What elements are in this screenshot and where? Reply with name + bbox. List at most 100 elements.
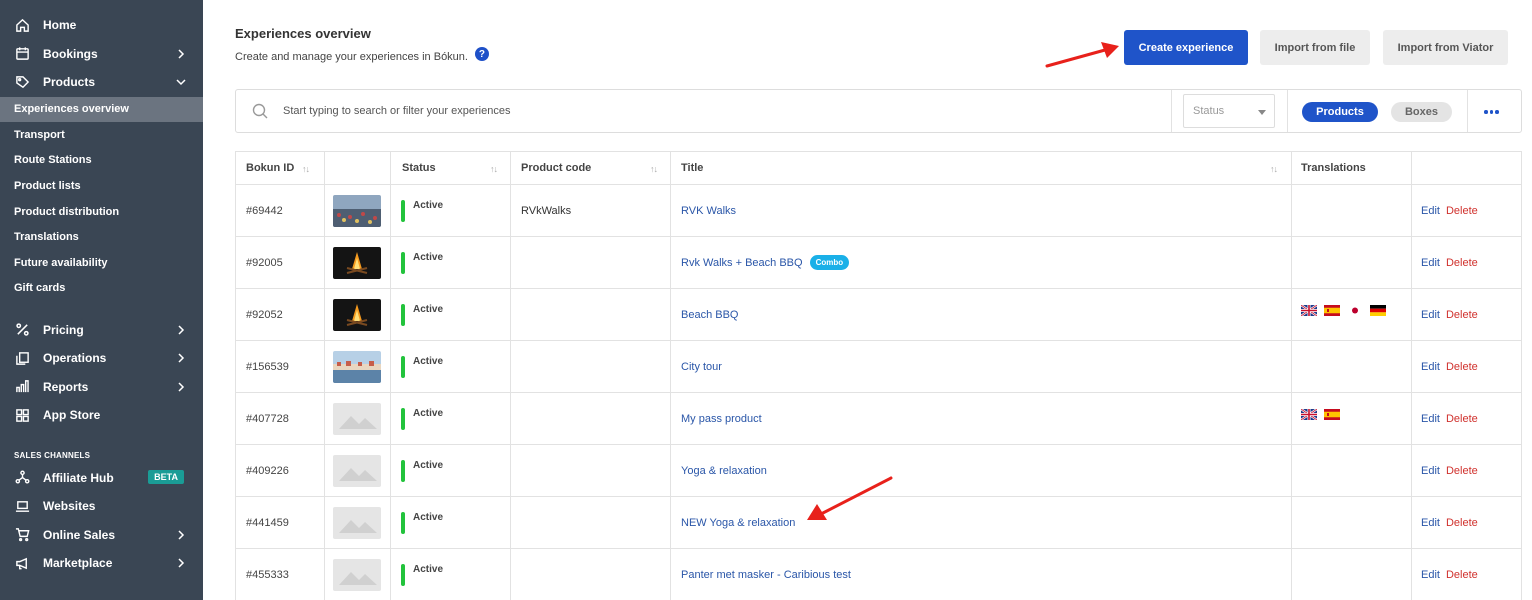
chevron-right-icon — [178, 324, 185, 335]
nav-marketplace[interactable]: Marketplace — [0, 549, 203, 578]
experience-title-link[interactable]: NEW Yoga & relaxation — [681, 517, 795, 529]
row-status-text: Active — [413, 200, 444, 211]
status-indicator — [401, 355, 405, 378]
delete-link[interactable]: Delete — [1446, 257, 1478, 269]
sort-icon[interactable]: ↑↓ — [490, 164, 498, 174]
status-filter-select[interactable]: Status — [1183, 94, 1275, 128]
nav-websites[interactable]: Websites — [0, 492, 203, 521]
sort-icon[interactable]: ↑↓ — [1270, 164, 1278, 174]
sidebar-item-product-lists[interactable]: Product lists — [0, 173, 203, 199]
nav-products[interactable]: Products — [0, 68, 203, 97]
sub-label: Product distribution — [14, 205, 120, 218]
column-header-product-code[interactable]: Product code — [521, 152, 591, 184]
annotation-arrow-icon — [1045, 42, 1119, 68]
nav-reports-label: Reports — [43, 379, 89, 394]
home-icon — [14, 17, 30, 33]
delete-link[interactable]: Delete — [1446, 465, 1478, 477]
status-indicator — [401, 407, 405, 430]
flag-de-icon — [1370, 305, 1386, 316]
edit-link[interactable]: Edit — [1421, 517, 1440, 529]
nav-pricing-label: Pricing — [43, 322, 84, 337]
column-header-title[interactable]: Title — [681, 152, 703, 184]
row-thumbnail — [333, 341, 381, 392]
laptop-icon — [14, 498, 30, 514]
toggle-products[interactable]: Products — [1302, 102, 1378, 122]
row-actions: Edit Delete — [1421, 237, 1478, 288]
sort-icon[interactable]: ↑↓ — [650, 164, 658, 174]
experience-title-link[interactable]: Yoga & relaxation — [681, 465, 767, 477]
row-status: Active — [401, 445, 443, 496]
delete-link[interactable]: Delete — [1446, 309, 1478, 321]
delete-link[interactable]: Delete — [1446, 569, 1478, 581]
table-row: #156539 Active City tour Edit Delete — [236, 341, 1521, 393]
row-thumbnail — [333, 497, 381, 548]
sidebar-item-future-availability[interactable]: Future availability — [0, 250, 203, 276]
nav-home-label: Home — [43, 18, 77, 33]
sidebar-item-experiences-overview[interactable]: Experiences overview — [0, 96, 203, 123]
main-content: Experiences overview Create and manage y… — [203, 0, 1532, 600]
table-row: #409226 Active Yoga & relaxation Edit Delete — [236, 445, 1521, 497]
chevron-right-icon — [178, 558, 185, 568]
more-options-icon[interactable] — [1484, 110, 1499, 114]
experience-title-link[interactable]: My pass product — [681, 413, 762, 425]
edit-link[interactable]: Edit — [1421, 205, 1440, 217]
column-header-status[interactable]: Status — [402, 152, 436, 184]
table-row: #455333 Active Panter met masker - Caribio… — [236, 549, 1521, 600]
experience-title-link[interactable]: Beach BBQ — [681, 309, 738, 321]
row-id: #455333 — [246, 568, 289, 581]
nav-pricing[interactable]: Pricing — [0, 315, 203, 344]
chevron-right-icon — [178, 353, 185, 363]
edit-link[interactable]: Edit — [1421, 413, 1440, 425]
nav-affiliate-hub[interactable]: Affiliate Hub BETA — [0, 463, 203, 492]
sidebar-item-gift-cards[interactable]: Gift cards — [0, 276, 203, 302]
delete-link[interactable]: Delete — [1446, 517, 1478, 529]
delete-link[interactable]: Delete — [1446, 205, 1478, 217]
row-thumbnail — [333, 289, 381, 340]
nav-bookings[interactable]: Bookings — [0, 40, 203, 69]
nav-app-store[interactable]: App Store — [0, 401, 203, 430]
nav-online-sales-label: Online Sales — [43, 527, 116, 542]
nav-websites-label: Websites — [43, 499, 96, 513]
table-header-row: Bokun ID ↑↓ Status ↑↓ Product code ↑↓ Ti… — [236, 152, 1521, 185]
nav-home[interactable]: Home — [0, 11, 203, 40]
sidebar-item-route-stations[interactable]: Route Stations — [0, 148, 203, 174]
nav-online-sales[interactable]: Online Sales — [0, 520, 203, 549]
experience-title-link[interactable]: City tour — [681, 361, 722, 373]
table-row: #407728 Active My pass product Edit Delete — [236, 393, 1521, 445]
row-title: Rvk Walks + Beach BBQ Combo — [681, 237, 850, 288]
create-experience-button[interactable]: Create experience — [1124, 30, 1248, 65]
edit-link[interactable]: Edit — [1421, 309, 1440, 321]
delete-link[interactable]: Delete — [1446, 413, 1478, 425]
help-icon[interactable]: ? — [474, 47, 489, 61]
sort-icon[interactable]: ↑↓ — [302, 164, 310, 174]
experience-title-link[interactable]: Rvk Walks + Beach BBQ — [681, 257, 803, 269]
column-header-id[interactable]: Bokun ID — [246, 152, 294, 184]
experience-title-link[interactable]: Panter met masker - Caribious test — [681, 569, 851, 581]
row-product-code: RVkWalks — [521, 204, 572, 217]
sub-label: Product lists — [14, 180, 81, 193]
edit-link[interactable]: Edit — [1421, 257, 1440, 269]
table-row: #441459 Active NEW Yoga & relaxation Edit De… — [236, 497, 1521, 549]
edit-link[interactable]: Edit — [1421, 465, 1440, 477]
sidebar-item-translations[interactable]: Translations — [0, 224, 203, 250]
import-from-file-button[interactable]: Import from file — [1260, 30, 1370, 65]
row-status-text: Active — [413, 408, 444, 419]
sidebar-item-transport[interactable]: Transport — [0, 122, 203, 148]
delete-link[interactable]: Delete — [1446, 361, 1478, 373]
edit-link[interactable]: Edit — [1421, 361, 1440, 373]
row-id: #407728 — [246, 412, 289, 425]
row-title: City tour — [681, 341, 722, 392]
chevron-down-icon — [176, 79, 186, 86]
experience-title-link[interactable]: RVK Walks — [681, 205, 736, 217]
row-status-text: Active — [413, 512, 444, 523]
search-input[interactable] — [283, 96, 1163, 126]
sidebar-item-product-distribution[interactable]: Product distribution — [0, 199, 203, 225]
row-actions: Edit Delete — [1421, 289, 1478, 340]
chevron-right-icon — [178, 529, 185, 540]
nav-operations[interactable]: Operations — [0, 344, 203, 373]
import-from-viator-button[interactable]: Import from Viator — [1383, 30, 1508, 65]
row-thumbnail — [333, 185, 381, 236]
edit-link[interactable]: Edit — [1421, 569, 1440, 581]
nav-reports[interactable]: Reports — [0, 372, 203, 401]
toggle-boxes[interactable]: Boxes — [1391, 102, 1452, 122]
